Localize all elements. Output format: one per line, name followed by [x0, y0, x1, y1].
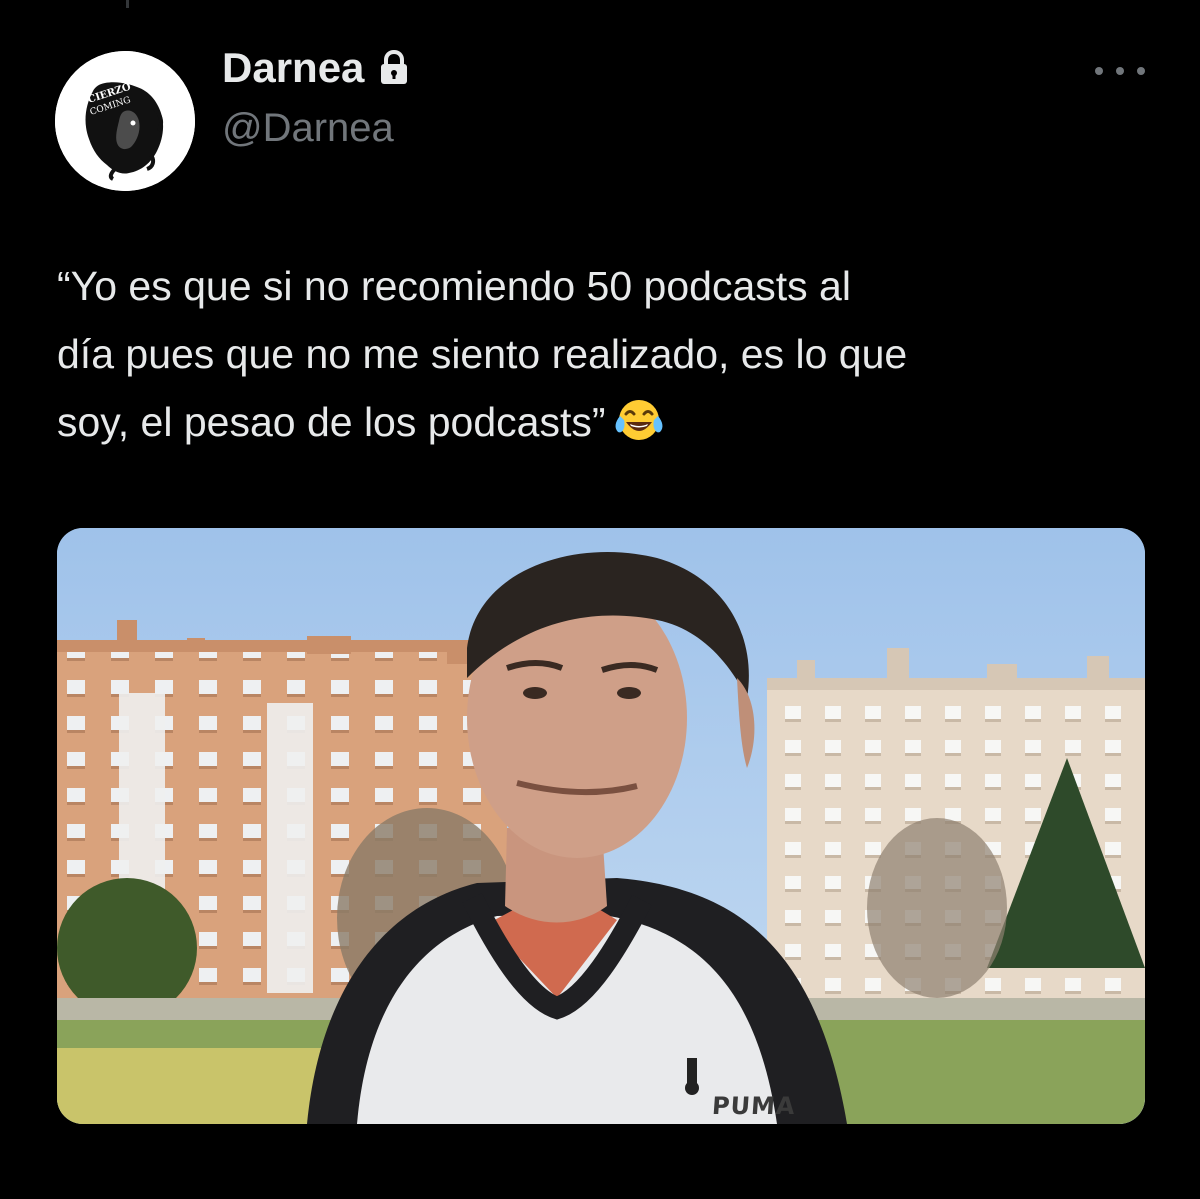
tears-of-joy-emoji-icon: [615, 400, 662, 440]
thread-connector-line: [126, 0, 129, 8]
tweet-text-line: “Yo es que si no recomiendo 50 podcasts …: [57, 263, 851, 309]
more-dots-icon: [1137, 67, 1145, 75]
avatar[interactable]: CIERZO COMING: [55, 51, 195, 191]
more-dots-icon: [1116, 67, 1124, 75]
lion-logo-icon: CIERZO COMING: [55, 51, 195, 191]
author-handle[interactable]: @Darnea: [222, 106, 394, 151]
tweet-text-line: soy, el pesao de los podcasts”: [57, 399, 606, 445]
tweet-photo[interactable]: [57, 528, 1145, 1124]
tweet-text-line: día pues que no me siento realizado, es …: [57, 331, 908, 377]
more-options-button[interactable]: [1095, 56, 1145, 86]
more-dots-icon: [1095, 67, 1103, 75]
author-display-name-row[interactable]: Darnea: [222, 44, 410, 92]
lock-icon: [381, 50, 408, 84]
author-display-name[interactable]: Darnea: [222, 44, 364, 92]
jacket-brand-text: PUMA: [711, 1092, 797, 1120]
tweet-text: “Yo es que si no recomiendo 50 podcasts …: [57, 252, 1167, 456]
tweet-text-line-last: soy, el pesao de los podcasts”: [57, 388, 1167, 456]
photo-man-in-park-icon: [57, 528, 1145, 1124]
